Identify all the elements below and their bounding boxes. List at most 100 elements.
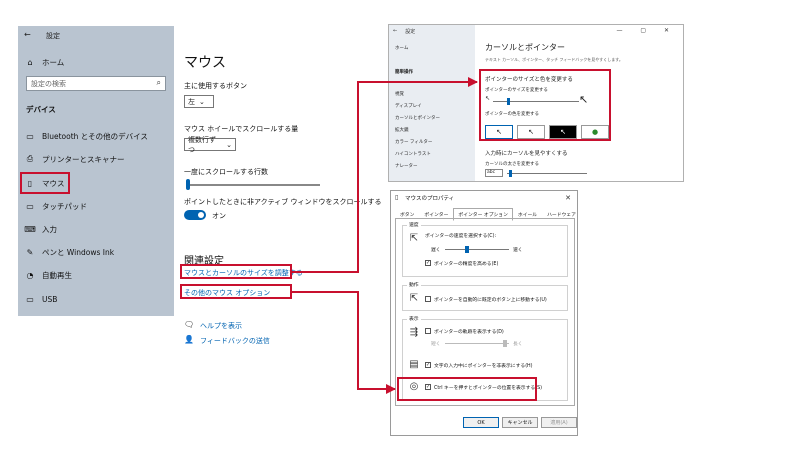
pen-icon: ✎ bbox=[26, 247, 34, 257]
window-controls-icon[interactable]: — ▢ ✕ bbox=[616, 27, 677, 34]
short-label: 短く bbox=[431, 342, 441, 347]
pointer-sidebar-group: 視覚 bbox=[395, 92, 404, 97]
pointer-sidebar-item[interactable]: カーソルとポインター bbox=[395, 115, 440, 121]
primary-button-label: 主に使用するボタン bbox=[184, 82, 247, 90]
chevron-down-icon: ⌄ bbox=[226, 140, 232, 149]
trails-slider-track[interactable] bbox=[445, 343, 509, 344]
wheel-amount-select[interactable]: 複数行ずつ ⌄ bbox=[184, 136, 236, 154]
snap-to-icon: ⇱ bbox=[409, 293, 419, 304]
home-icon: ⌂ bbox=[27, 57, 33, 67]
trails-checkbox[interactable] bbox=[425, 328, 431, 334]
sidebar-item-usb[interactable]: ▭ USB bbox=[24, 291, 57, 307]
hide-typing-checkbox[interactable]: ✓ bbox=[425, 362, 431, 368]
pointer-sidebar-item[interactable]: 拡大鏡 bbox=[395, 127, 409, 133]
settings-sidebar: ← 設定 ⌂ ホーム 設定の検索 ⌕ デバイス ▭ Bluetooth とその他… bbox=[18, 26, 174, 316]
sidebar-item-label: 自動再生 bbox=[42, 270, 72, 280]
primary-button-select[interactable]: 左 ⌄ bbox=[184, 95, 214, 108]
cursor-thickness-slider-track[interactable] bbox=[507, 173, 587, 174]
primary-button-value: 左 bbox=[188, 97, 195, 106]
touchpad-icon: ▭ bbox=[26, 201, 34, 211]
sidebar-item-home[interactable]: ⌂ ホーム bbox=[24, 54, 64, 70]
sidebar-item-typing[interactable]: ⌨ 入力 bbox=[24, 221, 57, 237]
cursor-thickness-preview: abc bbox=[485, 169, 503, 177]
feedback-link[interactable]: フィードバックの送信 bbox=[200, 336, 270, 346]
snap-label: ポインターを自動的に既定のボタン上に移動する(U) bbox=[434, 298, 547, 303]
fast-label: 速く bbox=[513, 248, 523, 253]
sidebar-item-label: プリンターとスキャナー bbox=[42, 154, 125, 164]
toggle-state-label: オン bbox=[212, 212, 226, 220]
sidebar-section-devices: デバイス bbox=[26, 105, 56, 114]
pointer-trails-icon: ⇶ bbox=[409, 327, 419, 338]
snap-checkbox[interactable] bbox=[425, 296, 431, 302]
speed-group: 速度 ⇱ ポインターの速度を選択する(C): 遅く 速く ✓ ポインターの精度を… bbox=[402, 221, 568, 277]
pointer-sidebar-home[interactable]: ホーム bbox=[395, 45, 408, 51]
usb-icon: ▭ bbox=[26, 294, 34, 304]
speed-label: ポインターの速度を選択する(C): bbox=[425, 234, 497, 239]
speed-group-label: 速度 bbox=[407, 221, 421, 228]
speed-slider-thumb[interactable] bbox=[465, 246, 469, 253]
cancel-button[interactable]: キャンセル bbox=[502, 417, 538, 428]
sidebar-item-printers[interactable]: ⎙ プリンターとスキャナー bbox=[24, 151, 125, 167]
sidebar-home-label: ホーム bbox=[42, 57, 65, 67]
pointer-sidebar-section: 簡単操作 bbox=[395, 70, 413, 75]
highlight-box-cursor-link bbox=[180, 264, 292, 279]
search-icon[interactable]: ⌕ bbox=[157, 78, 161, 88]
speed-slider-track[interactable] bbox=[445, 249, 509, 250]
pointer-window-title: 設定 bbox=[405, 28, 416, 35]
ok-button[interactable]: OK bbox=[463, 417, 499, 428]
settings-search-input[interactable]: 設定の検索 ⌕ bbox=[26, 76, 166, 91]
apply-button[interactable]: 適用(A) bbox=[541, 417, 577, 428]
pointer-sidebar-item[interactable]: ナレーター bbox=[395, 163, 418, 169]
cursor-thickness-slider-thumb[interactable] bbox=[509, 170, 512, 177]
back-arrow-icon[interactable]: ← bbox=[24, 30, 31, 39]
precision-label: ポインターの精度を高める(E) bbox=[434, 262, 499, 267]
pointer-page-subtitle: テキスト カーソル、ポインター、タッチ フィードバックを見やすくします。 bbox=[485, 57, 623, 62]
trails-slider-thumb[interactable] bbox=[503, 340, 507, 347]
search-placeholder: 設定の検索 bbox=[31, 80, 66, 88]
close-icon[interactable]: ✕ bbox=[565, 194, 571, 202]
arrow-to-mouse-properties bbox=[292, 291, 396, 394]
help-link[interactable]: ヘルプを表示 bbox=[200, 321, 242, 331]
hide-pointer-icon: ▤ bbox=[409, 359, 419, 370]
back-arrow-icon[interactable]: ← bbox=[393, 28, 397, 34]
sidebar-item-label: タッチパッド bbox=[42, 201, 87, 211]
highlight-box-ctrl-show bbox=[397, 377, 537, 401]
sidebar-item-label: Bluetooth とその他のデバイス bbox=[42, 131, 148, 141]
highlight-box-mouse bbox=[20, 172, 70, 194]
pointer-speed-icon: ⇱ bbox=[409, 233, 419, 244]
sidebar-item-label: USB bbox=[42, 294, 58, 304]
inactive-scroll-label: ポイントしたときに非アクティブ ウィンドウをスクロールする bbox=[184, 198, 382, 206]
printer-icon: ⎙ bbox=[26, 154, 34, 163]
highlight-box-size-color bbox=[479, 69, 611, 141]
pointer-sidebar-item[interactable]: ディスプレイ bbox=[395, 103, 422, 109]
settings-back-label: 設定 bbox=[46, 32, 60, 40]
pointer-page-title: カーソルとポインター bbox=[485, 43, 565, 52]
snap-group-label: 動作 bbox=[407, 281, 421, 288]
pointer-sidebar-item[interactable]: カラー フィルター bbox=[395, 139, 432, 145]
trails-label: ポインターの軌跡を表示する(D) bbox=[434, 330, 504, 335]
inactive-scroll-toggle[interactable] bbox=[184, 210, 206, 220]
visibility-group-label: 表示 bbox=[407, 315, 421, 322]
cursor-visibility-heading: 入力時にカーソルを見やすくする bbox=[485, 151, 568, 157]
feedback-person-icon: 👤 bbox=[184, 335, 194, 344]
scroll-lines-slider-track[interactable] bbox=[186, 184, 320, 186]
dialog-titlebar: マウスのプロパティ bbox=[391, 191, 577, 205]
mouse-icon: ▯ bbox=[395, 194, 399, 201]
sidebar-item-pen[interactable]: ✎ ペンと Windows Ink bbox=[24, 244, 114, 260]
help-chat-icon: 🗨 bbox=[184, 320, 195, 329]
scroll-lines-label: 一度にスクロールする行数 bbox=[184, 168, 268, 176]
page-title: マウス bbox=[184, 55, 226, 71]
scroll-lines-slider-thumb[interactable] bbox=[186, 179, 190, 190]
keyboard-icon: ⌨ bbox=[24, 224, 36, 234]
precision-checkbox[interactable]: ✓ bbox=[425, 260, 431, 266]
chevron-down-icon: ⌄ bbox=[199, 97, 205, 106]
pointer-sidebar-item[interactable]: ハイコントラスト bbox=[395, 151, 431, 157]
bluetooth-device-icon: ▭ bbox=[26, 131, 34, 141]
sidebar-item-label: 入力 bbox=[42, 224, 57, 234]
wheel-amount-value: 複数行ずつ bbox=[188, 135, 216, 154]
sidebar-item-touchpad[interactable]: ▭ タッチパッド bbox=[24, 198, 87, 214]
sidebar-item-bluetooth[interactable]: ▭ Bluetooth とその他のデバイス bbox=[24, 128, 148, 144]
sidebar-item-autoplay[interactable]: ◔ 自動再生 bbox=[24, 267, 73, 283]
dialog-title: マウスのプロパティ bbox=[405, 196, 455, 202]
highlight-box-options-link bbox=[180, 284, 292, 299]
